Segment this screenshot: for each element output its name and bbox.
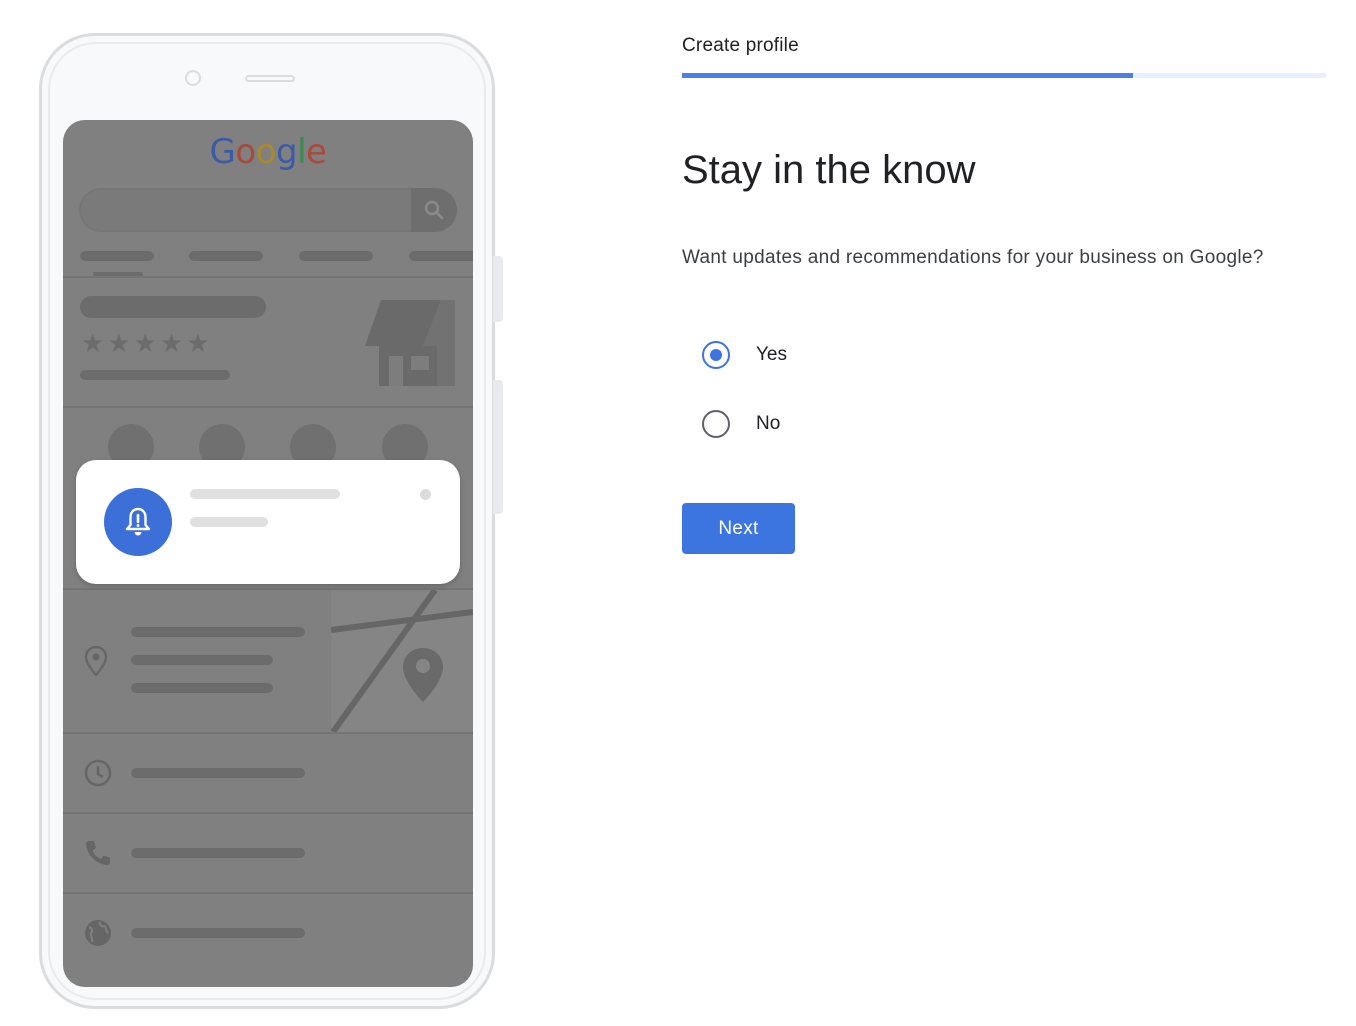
location-pin-icon — [85, 646, 107, 676]
divider — [63, 732, 473, 734]
radio-option-no[interactable]: No — [702, 409, 780, 439]
phone-side-button — [493, 256, 503, 322]
divider — [63, 276, 473, 278]
search-icon — [424, 200, 444, 220]
breadcrumb: Create profile — [682, 35, 799, 56]
mock-phone-line — [131, 848, 305, 858]
mock-tab — [189, 251, 263, 261]
next-button[interactable]: Next — [682, 503, 795, 554]
mock-tab — [409, 251, 473, 261]
mock-hours-line — [131, 768, 305, 778]
radio-button-no[interactable] — [702, 410, 730, 438]
mock-business-name — [80, 296, 266, 318]
progress-bar-fill — [682, 73, 1133, 78]
notification-badge — [104, 488, 172, 556]
rating-stars: ★★★★★ — [81, 328, 213, 358]
google-logo: Google — [209, 132, 327, 172]
globe-icon — [85, 920, 111, 946]
mock-notification-title — [190, 489, 340, 499]
notification-dot — [420, 489, 431, 500]
mock-search-bar — [79, 188, 457, 232]
divider — [63, 812, 473, 814]
page-title: Stay in the know — [682, 148, 976, 192]
mock-address-line — [131, 655, 273, 665]
radio-label-no: No — [756, 413, 781, 434]
progress-bar — [682, 73, 1326, 78]
divider — [63, 406, 473, 408]
notification-card — [76, 460, 460, 584]
mock-notification-body — [190, 517, 268, 527]
mock-website-line — [131, 928, 305, 938]
phone-call-icon — [86, 841, 110, 865]
mock-tab — [299, 251, 373, 261]
radio-label-yes: Yes — [756, 344, 787, 365]
mock-tab — [80, 251, 154, 261]
question-text: Want updates and recommendations for you… — [682, 247, 1264, 268]
phone-speaker — [245, 75, 295, 82]
mock-address-line — [131, 683, 273, 693]
phone-camera — [185, 70, 201, 86]
mock-search-button — [411, 188, 457, 232]
storefront-icon — [365, 300, 455, 386]
clock-icon — [84, 759, 112, 787]
mock-address-line — [131, 627, 305, 637]
bell-icon — [125, 507, 151, 536]
radio-option-yes[interactable]: Yes — [702, 340, 787, 370]
mock-business-category — [80, 370, 230, 380]
phone-side-button — [493, 380, 503, 514]
divider — [63, 892, 473, 894]
map-thumbnail — [331, 590, 473, 732]
radio-button-yes[interactable] — [702, 341, 730, 369]
